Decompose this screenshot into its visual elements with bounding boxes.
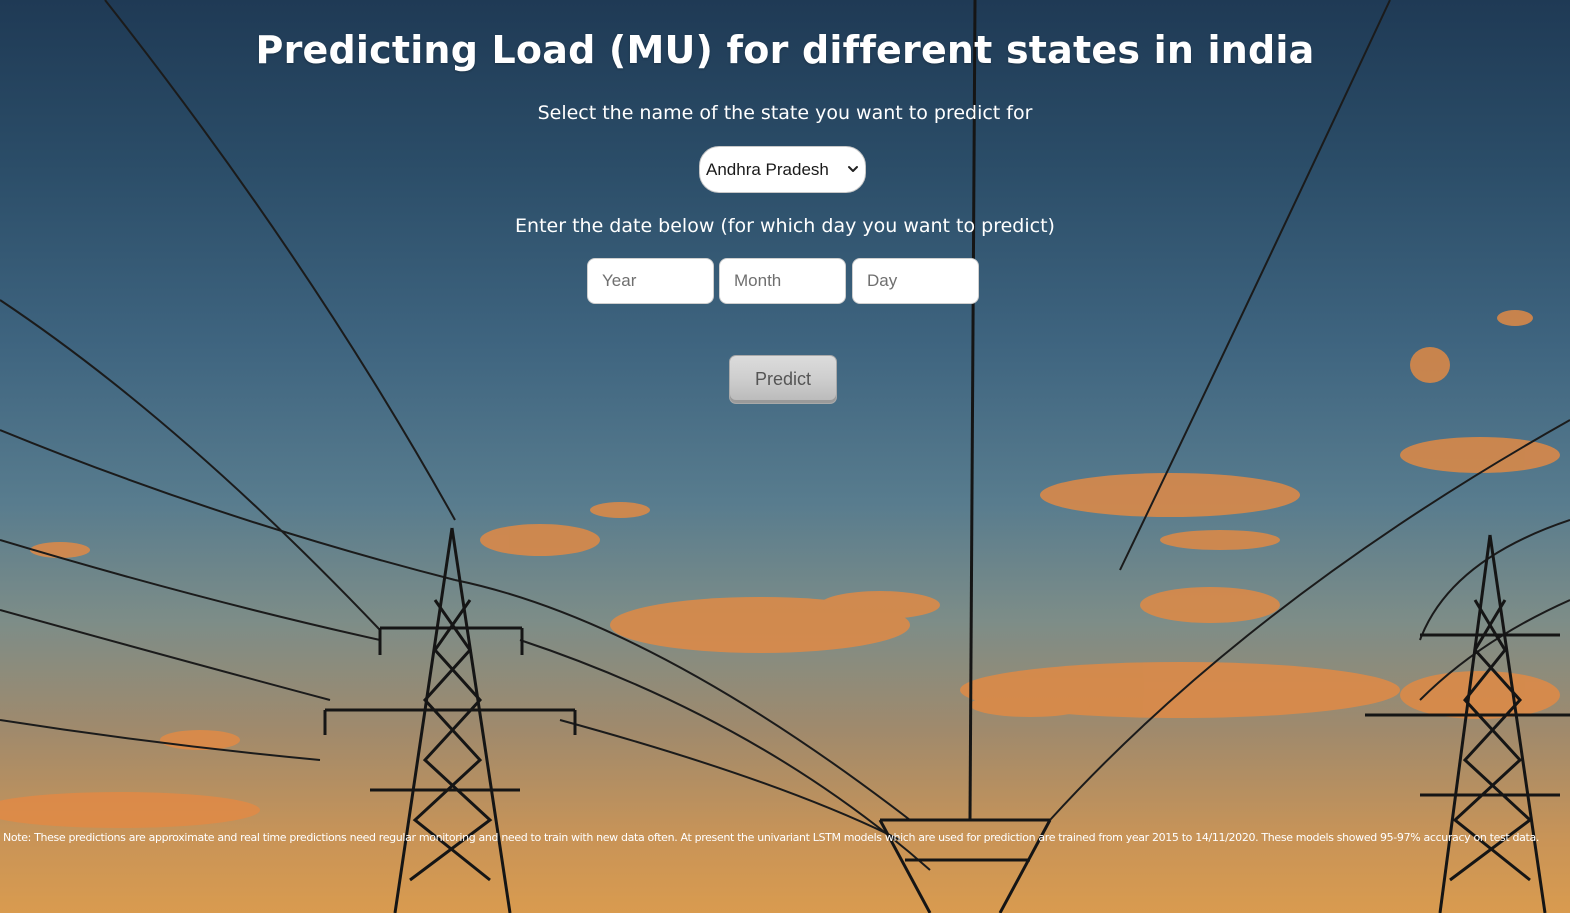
year-input[interactable] bbox=[587, 258, 714, 304]
month-input[interactable] bbox=[719, 258, 846, 304]
predict-form: Predicting Load (MU) for different state… bbox=[0, 0, 1570, 913]
date-input-label: Enter the date below (for which day you … bbox=[515, 215, 1055, 237]
page-title: Predicting Load (MU) for different state… bbox=[255, 28, 1315, 72]
chevron-down-icon bbox=[848, 166, 858, 172]
state-select-value: Andhra Pradesh bbox=[706, 160, 829, 179]
day-input[interactable] bbox=[852, 258, 979, 304]
predict-button[interactable]: Predict bbox=[729, 355, 837, 404]
state-select-label: Select the name of the state you want to… bbox=[537, 102, 1033, 124]
state-select[interactable]: Andhra Pradesh bbox=[699, 146, 866, 193]
accuracy-note: Note: These predictions are approximate … bbox=[3, 831, 1539, 844]
